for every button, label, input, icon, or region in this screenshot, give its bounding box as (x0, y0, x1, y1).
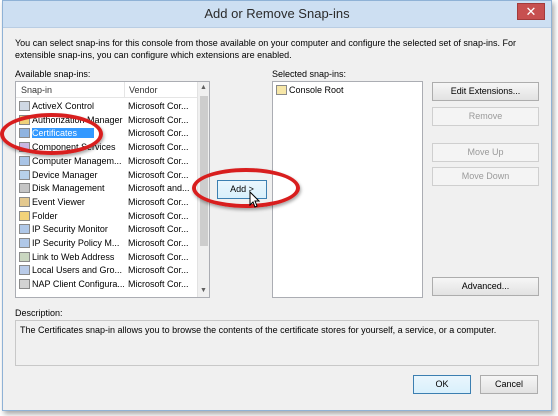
snapin-vendor: Microsoft Cor... (128, 224, 189, 235)
title-bar: Add or Remove Snap-ins ✕ (3, 1, 551, 28)
snapin-name: Link to Web Address (32, 251, 115, 262)
snapin-vendor: Microsoft Cor... (128, 169, 189, 180)
link-icon (19, 251, 30, 262)
list-item[interactable]: IP Security Monitor Microsoft Cor... (17, 223, 197, 236)
close-button[interactable]: ✕ (517, 3, 545, 20)
snapin-vendor: Microsoft Cor... (128, 251, 189, 262)
snapin-name: Device Manager (32, 169, 98, 180)
snapin-vendor: Microsoft Cor... (128, 265, 189, 276)
snapin-name: Local Users and Gro... (32, 265, 123, 276)
snapin-vendor: Microsoft Cor... (128, 101, 189, 111)
scroll-thumb[interactable] (200, 96, 208, 246)
console-root-icon (276, 85, 287, 95)
list-item[interactable]: Local Users and Gro... Microsoft Cor... (17, 264, 197, 277)
selected-snapins-label: Selected snap-ins: (272, 69, 347, 79)
event-icon (19, 196, 30, 207)
move-down-button[interactable]: Move Down (432, 167, 539, 186)
list-item[interactable]: Folder Microsoft Cor... (17, 210, 197, 223)
move-up-button[interactable]: Move Up (432, 143, 539, 162)
description-label: Description: (15, 308, 63, 318)
snapin-vendor: Microsoft Cor... (128, 155, 189, 166)
list-item[interactable]: Computer Managem... Microsoft Cor... (17, 155, 197, 168)
list-item[interactable]: IP Security Policy M... Microsoft Cor... (17, 237, 197, 250)
snapin-name: IP Security Policy M... (32, 238, 120, 248)
snapin-name: Event Viewer (32, 196, 85, 207)
dialog-title: Add or Remove Snap-ins (204, 6, 350, 21)
snapin-dialog: Add or Remove Snap-ins ✕ You can select … (2, 0, 552, 411)
scroll-up-icon[interactable]: ▲ (198, 82, 209, 94)
users-icon (19, 265, 30, 276)
available-snapins-label: Available snap-ins: (15, 69, 91, 79)
edit-extensions-button[interactable]: Edit Extensions... (432, 82, 539, 101)
list-item[interactable]: Event Viewer Microsoft Cor... (17, 196, 197, 209)
activex-icon (19, 101, 30, 111)
mouse-cursor-icon (249, 191, 261, 208)
snapin-vendor: Microsoft and... (128, 183, 190, 194)
disk-icon (19, 183, 30, 194)
ipsec-monitor-icon (19, 224, 30, 235)
snapin-name: NAP Client Configura... (32, 279, 124, 290)
column-divider[interactable] (124, 82, 125, 98)
list-item[interactable]: NAP Client Configura... Microsoft Cor... (17, 278, 197, 291)
snapin-name: IP Security Monitor (32, 224, 108, 235)
column-header-snapin[interactable]: Snap-in (21, 85, 52, 95)
advanced-button[interactable]: Advanced... (432, 277, 539, 296)
list-item[interactable]: Device Manager Microsoft Cor... (17, 169, 197, 182)
snapin-vendor: Microsoft Cor... (128, 279, 189, 290)
description-text: The Certificates snap-in allows you to b… (20, 325, 497, 335)
ipsec-policy-icon (19, 238, 30, 248)
description-box: The Certificates snap-in allows you to b… (15, 320, 539, 366)
nap-icon (19, 279, 30, 290)
annotation-oval-add (192, 168, 300, 208)
device-icon (19, 169, 30, 180)
ok-button[interactable]: OK (413, 375, 471, 394)
list-item[interactable]: ActiveX Control Microsoft Cor... (17, 100, 197, 113)
snapin-vendor: Microsoft Cor... (128, 114, 189, 125)
console-root-label: Console Root (289, 85, 344, 95)
remove-button[interactable]: Remove (432, 107, 539, 126)
list-item[interactable]: Disk Management Microsoft and... (17, 182, 197, 195)
list-item[interactable]: Link to Web Address Microsoft Cor... (17, 251, 197, 264)
snapin-name: Folder (32, 210, 58, 221)
snapin-name: ActiveX Control (32, 101, 95, 111)
column-header-vendor[interactable]: Vendor (129, 85, 158, 95)
list-item[interactable]: Console Root (274, 84, 420, 97)
snapin-vendor: Microsoft Cor... (128, 196, 189, 207)
intro-text: You can select snap-ins for this console… (15, 38, 516, 60)
annotation-oval-certificates (0, 113, 103, 155)
cancel-button[interactable]: Cancel (480, 375, 538, 394)
snapin-name: Computer Managem... (32, 155, 122, 166)
list-header: Snap-in Vendor (16, 82, 197, 98)
folder-icon (19, 210, 30, 221)
snapin-name: Disk Management (32, 183, 105, 194)
scroll-down-icon[interactable]: ▼ (198, 285, 209, 297)
snapin-vendor: Microsoft Cor... (128, 128, 189, 139)
snapin-vendor: Microsoft Cor... (128, 238, 189, 248)
snapin-vendor: Microsoft Cor... (128, 210, 189, 221)
snapin-vendor: Microsoft Cor... (128, 142, 189, 153)
computer-icon (19, 155, 30, 166)
